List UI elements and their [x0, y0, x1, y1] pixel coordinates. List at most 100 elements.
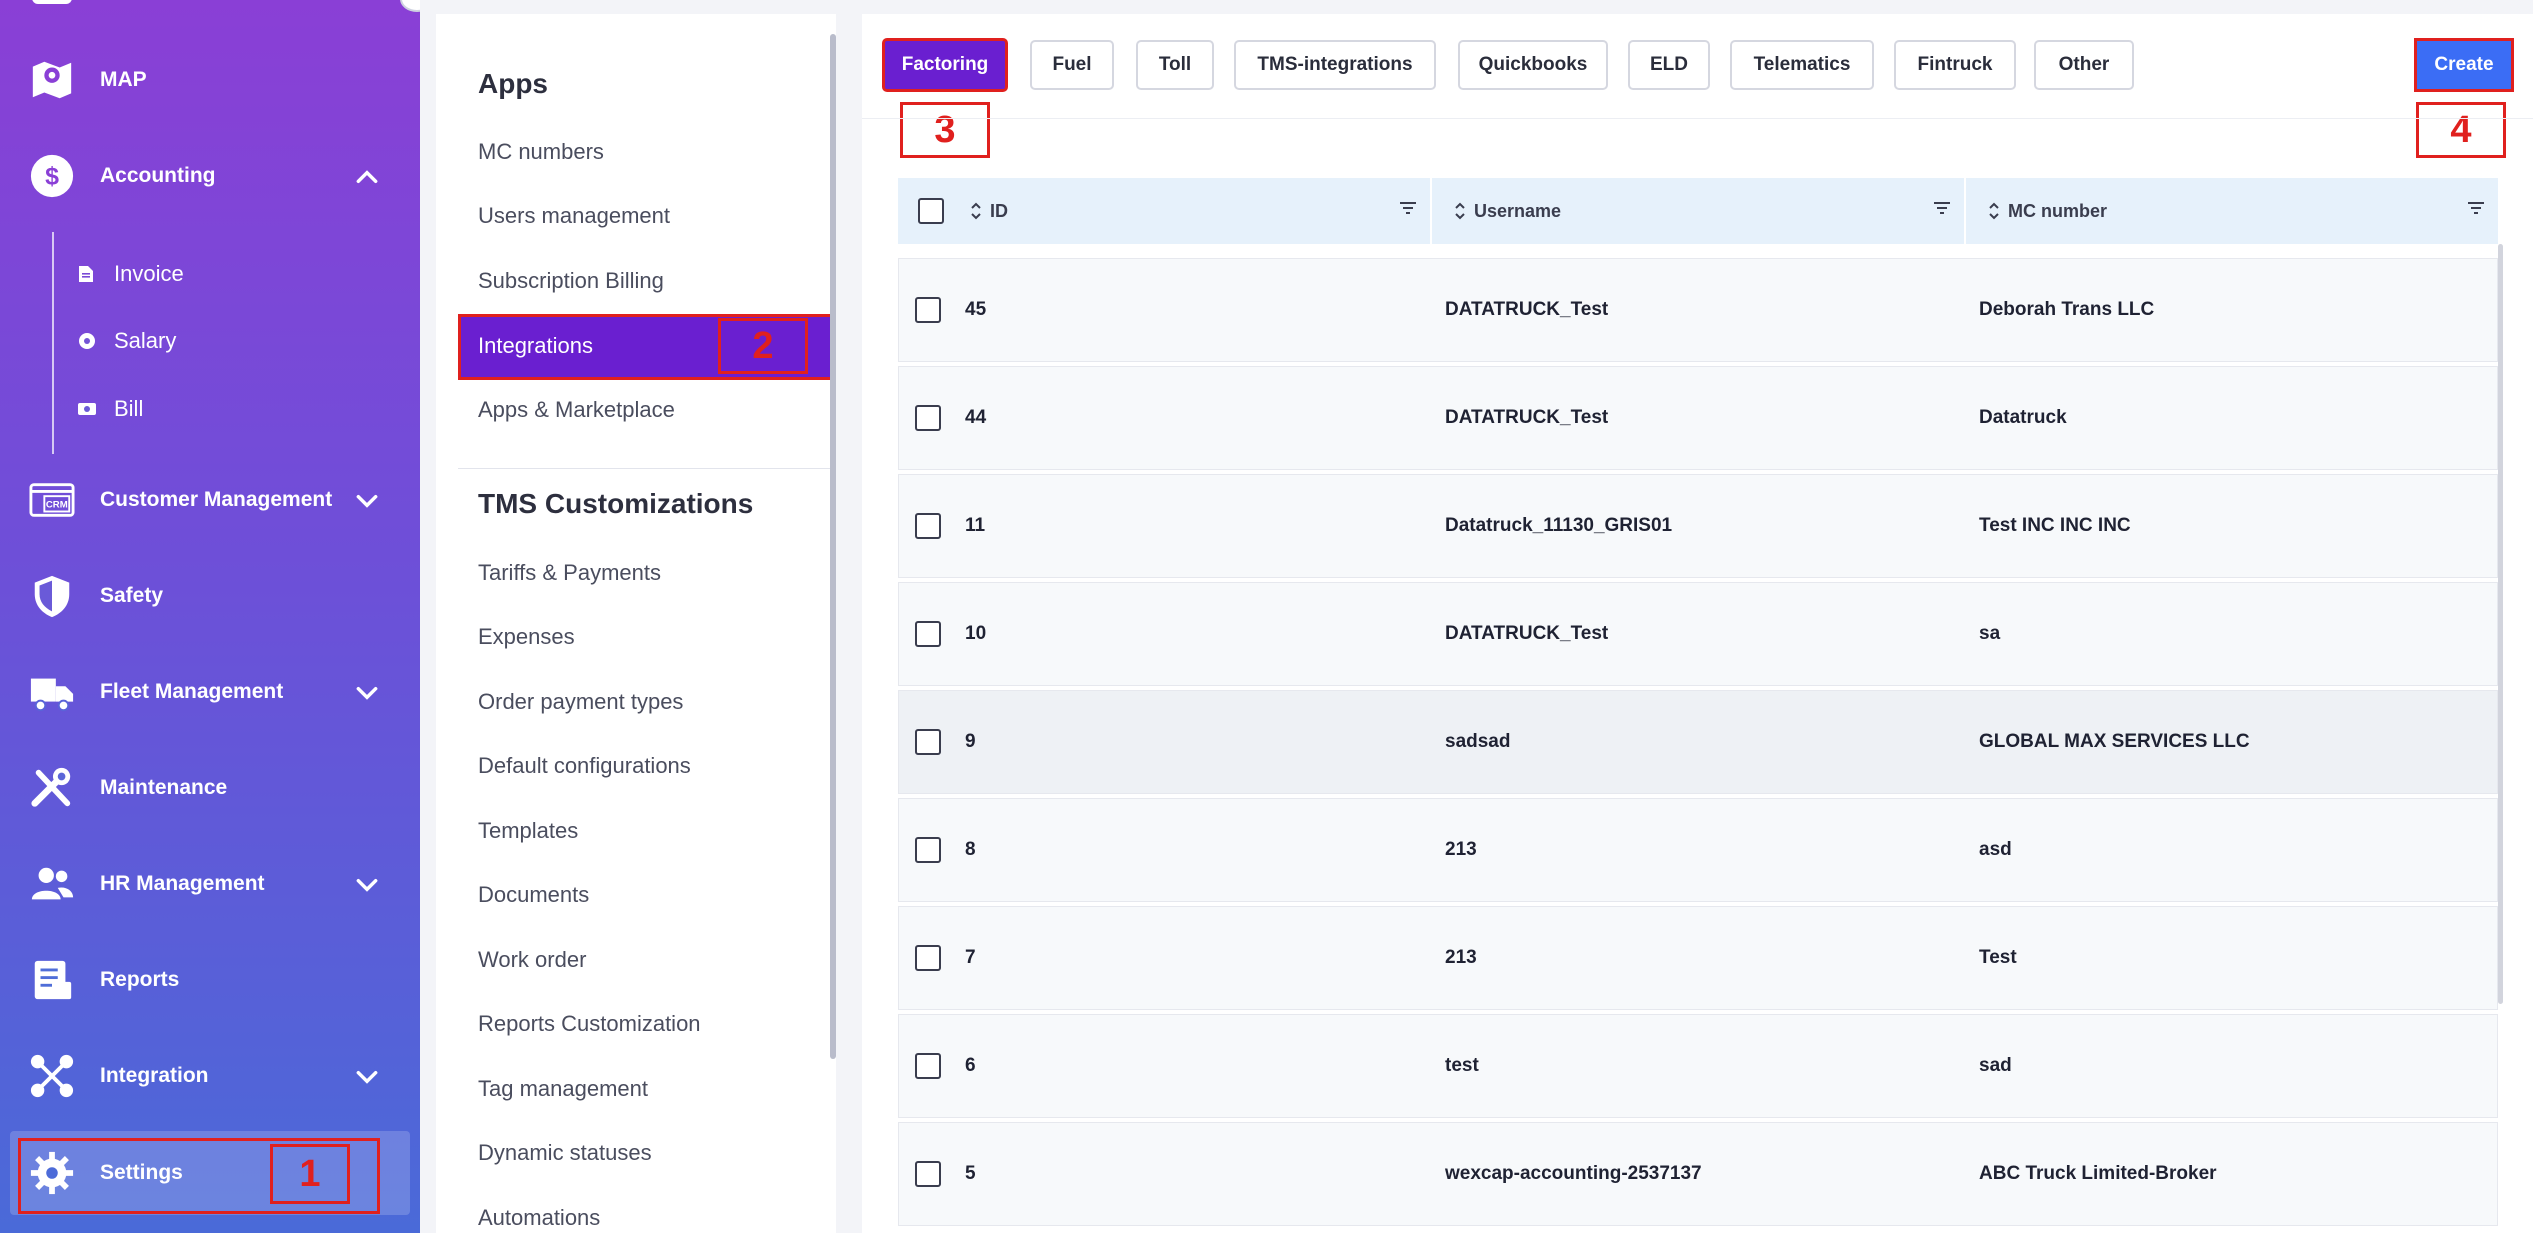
tab-fuel[interactable]: Fuel — [1030, 40, 1114, 90]
row-checkbox[interactable] — [915, 621, 941, 647]
cell-username: DATATRUCK_Test — [1445, 299, 1609, 320]
filter-icon[interactable] — [1932, 198, 1952, 218]
cell-username: 213 — [1445, 947, 1477, 968]
sidebar-collapse-toggle[interactable] — [400, 0, 420, 12]
sidebar-subitem-invoice[interactable]: Invoice — [52, 249, 352, 299]
table-scrollbar[interactable] — [2498, 244, 2503, 1004]
tab-toll[interactable]: Toll — [1136, 40, 1214, 90]
table-row[interactable]: 7 213 Test — [898, 906, 2498, 1010]
create-button[interactable]: Create — [2414, 38, 2514, 92]
sidebar-item-accounting[interactable]: $ Accounting — [0, 141, 420, 211]
column-header-mc-number[interactable]: MC number — [1988, 178, 2107, 244]
row-checkbox[interactable] — [915, 945, 941, 971]
cell-id: 6 — [965, 1055, 976, 1076]
sidebar-subitem-label: Invoice — [114, 261, 184, 286]
tab-factoring[interactable]: Factoring — [882, 38, 1008, 92]
menu-item-templates[interactable]: Templates — [478, 818, 578, 844]
svg-text:CRM: CRM — [46, 500, 68, 511]
row-checkbox[interactable] — [915, 513, 941, 539]
tab-eld[interactable]: ELD — [1628, 40, 1710, 90]
dollar-icon: $ — [28, 152, 76, 200]
people-icon — [28, 860, 76, 908]
menu-item-documents[interactable]: Documents — [478, 882, 589, 908]
row-checkbox[interactable] — [915, 1053, 941, 1079]
menu-item-reports-customization[interactable]: Reports Customization — [478, 1011, 701, 1037]
cell-id: 44 — [965, 407, 987, 428]
table-row[interactable]: 44 DATATRUCK_Test Datatruck — [898, 366, 2498, 470]
table-row[interactable]: 10 DATATRUCK_Test sa — [898, 582, 2498, 686]
row-checkbox[interactable] — [915, 1161, 941, 1187]
sidebar-item-customer-management[interactable]: CRM Customer Management — [0, 465, 420, 535]
sidebar-subitem-label: Salary — [114, 328, 177, 353]
row-checkbox[interactable] — [915, 297, 941, 323]
table-row[interactable]: 11 Datatruck_11130_GRIS01 Test INC INC I… — [898, 474, 2498, 578]
main-sidebar: MAP $ Accounting Invoice Salary Bill CRM… — [0, 0, 420, 1233]
menu-item-apps-marketplace[interactable]: Apps & Marketplace — [478, 397, 675, 423]
sidebar-item-safety[interactable]: Safety — [0, 561, 420, 631]
filter-icon[interactable] — [2466, 198, 2486, 218]
tab-quickbooks[interactable]: Quickbooks — [1458, 40, 1608, 90]
table-row[interactable]: 45 DATATRUCK_Test Deborah Trans LLC — [898, 258, 2498, 362]
sidebar-subitem-salary[interactable]: Salary — [52, 316, 352, 366]
menu-item-work-order[interactable]: Work order — [478, 947, 586, 973]
report-icon — [28, 956, 76, 1004]
chevron-down-icon[interactable] — [354, 488, 380, 514]
sidebar-item-integration[interactable]: Integration — [0, 1041, 420, 1111]
cell-mc-number: GLOBAL MAX SERVICES LLC — [1979, 731, 2250, 752]
table-row[interactable]: 5 wexcap-accounting-2537137 ABC Truck Li… — [898, 1122, 2498, 1226]
chevron-down-icon[interactable] — [354, 872, 380, 898]
sidebar-item-maintenance[interactable]: Maintenance — [0, 753, 420, 823]
select-all-checkbox[interactable] — [918, 198, 944, 224]
tab-other[interactable]: Other — [2034, 40, 2134, 90]
sidebar-item-map[interactable]: MAP — [0, 45, 420, 115]
filter-icon[interactable] — [1398, 198, 1418, 218]
sidebar-item-label: Fleet Management — [100, 680, 284, 703]
menu-icon[interactable] — [32, 0, 72, 4]
cell-username: Datatruck_11130_GRIS01 — [1445, 515, 1673, 536]
cell-id: 9 — [965, 731, 976, 752]
table-row[interactable]: 8 213 asd — [898, 798, 2498, 902]
menu-item-mc-numbers[interactable]: MC numbers — [478, 139, 604, 165]
chevron-down-icon[interactable] — [354, 1064, 380, 1090]
menu-item-expenses[interactable]: Expenses — [478, 624, 575, 650]
column-header-id[interactable]: ID — [970, 178, 1008, 244]
column-header-username[interactable]: Username — [1454, 178, 1561, 244]
tab-telematics[interactable]: Telematics — [1730, 40, 1874, 90]
row-checkbox[interactable] — [915, 405, 941, 431]
table-row[interactable]: 9 sadsad GLOBAL MAX SERVICES LLC — [898, 690, 2498, 794]
sidebar-item-fleet-management[interactable]: Fleet Management — [0, 657, 420, 727]
column-label: MC number — [2008, 200, 2107, 221]
sidebar-item-hr-management[interactable]: HR Management — [0, 849, 420, 919]
cell-id: 10 — [965, 623, 987, 644]
row-checkbox[interactable] — [915, 729, 941, 755]
cell-username: wexcap-accounting-2537137 — [1445, 1163, 1702, 1184]
column-separator — [1430, 178, 1432, 244]
menu-item-tag-management[interactable]: Tag management — [478, 1076, 648, 1102]
menu-item-users-management[interactable]: Users management — [478, 203, 670, 229]
cell-id: 45 — [965, 299, 987, 320]
cell-username: sadsad — [1445, 731, 1511, 752]
sidebar-item-label: Accounting — [100, 164, 216, 187]
coin-icon — [78, 332, 96, 350]
sort-icon[interactable] — [1454, 201, 1466, 221]
menu-item-tariffs-payments[interactable]: Tariffs & Payments — [478, 560, 661, 586]
menu-item-default-configurations[interactable]: Default configurations — [478, 753, 691, 779]
tab-tms-integrations[interactable]: TMS-integrations — [1234, 40, 1436, 90]
annotation-label-1: 1 — [270, 1144, 350, 1204]
menu-item-subscription-billing[interactable]: Subscription Billing — [478, 268, 664, 294]
sidebar-subitem-bill[interactable]: Bill — [52, 384, 352, 434]
table-row[interactable]: 6 test sad — [898, 1014, 2498, 1118]
cell-id: 7 — [965, 947, 976, 968]
sidebar-item-reports[interactable]: Reports — [0, 945, 420, 1015]
tab-fintruck[interactable]: Fintruck — [1894, 40, 2016, 90]
sort-icon[interactable] — [1988, 201, 2000, 221]
row-checkbox[interactable] — [915, 837, 941, 863]
chevron-down-icon[interactable] — [354, 680, 380, 706]
cell-mc-number: Test INC INC INC — [1979, 515, 2131, 536]
sort-icon[interactable] — [970, 201, 982, 221]
menu-item-order-payment-types[interactable]: Order payment types — [478, 689, 683, 715]
settings-scrollbar[interactable] — [830, 34, 836, 1059]
menu-item-automations[interactable]: Automations — [478, 1205, 600, 1231]
menu-item-dynamic-statuses[interactable]: Dynamic statuses — [478, 1140, 652, 1166]
chevron-up-icon[interactable] — [354, 164, 380, 190]
